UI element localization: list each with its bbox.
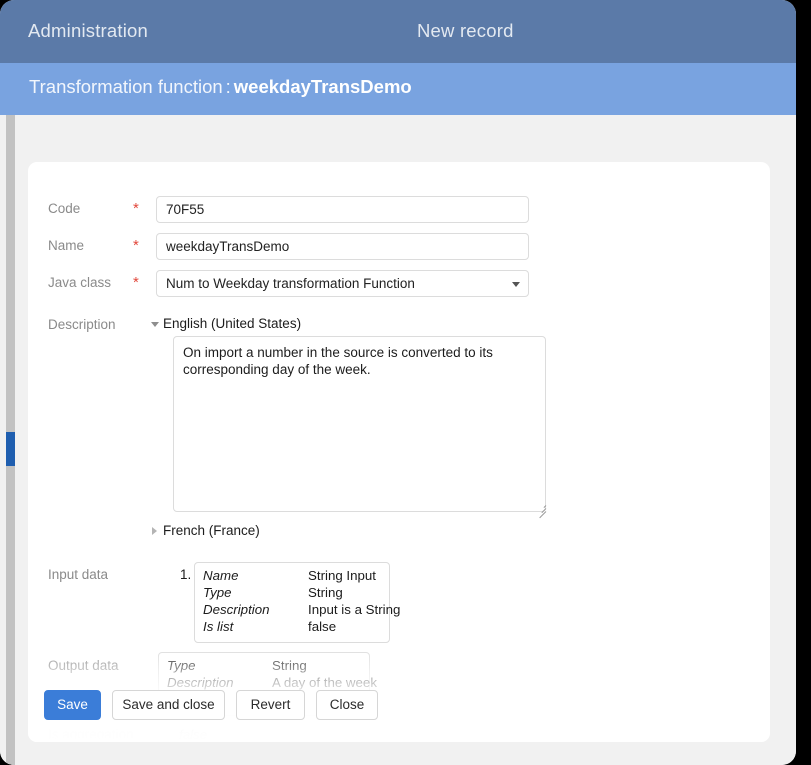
property-key: Type — [167, 658, 196, 673]
java-class-selected-value: Num to Weekday transformation Function — [166, 276, 415, 291]
property-value: String — [272, 658, 307, 673]
property-key: Name — [203, 568, 239, 583]
description-textarea[interactable] — [173, 336, 546, 512]
label-is-aggregation: Is aggregation — [48, 727, 134, 742]
java-class-select[interactable]: Num to Weekday transformation Function — [156, 270, 529, 297]
code-input[interactable] — [156, 196, 529, 223]
chevron-right-icon — [152, 527, 157, 535]
property-row: Type String — [167, 658, 361, 675]
property-value: String — [308, 585, 343, 600]
property-value: A day of the week — [272, 675, 377, 690]
save-and-close-button[interactable]: Save and close — [112, 690, 225, 720]
vertical-scrollbar-thumb[interactable] — [6, 432, 15, 466]
required-marker-name: * — [133, 237, 139, 254]
application-header: Administration New record — [0, 0, 796, 63]
property-value: String Input — [308, 568, 377, 583]
locale-toggle-french[interactable]: French (France) — [152, 523, 260, 538]
label-description: Description — [48, 317, 116, 332]
property-key: Type — [203, 585, 232, 600]
close-button[interactable]: Close — [316, 690, 378, 720]
property-row: Is list false — [203, 619, 381, 636]
locale-label-french: French (France) — [163, 523, 260, 538]
record-entity-label: Transformation function — [29, 76, 223, 97]
is-aggregation-value: false — [179, 727, 208, 742]
record-header: Transformation function: weekdayTransDemo — [0, 63, 796, 115]
label-input-data: Input data — [48, 567, 109, 582]
chevron-down-icon — [151, 322, 159, 327]
property-row: Type String — [203, 585, 381, 602]
label-output-data: Output data — [48, 658, 119, 673]
required-marker-java-class: * — [133, 274, 139, 291]
record-state-label: New record — [417, 20, 514, 41]
required-marker-code: * — [133, 200, 139, 217]
property-key: Is list — [203, 619, 234, 634]
input-data-property-box[interactable]: Name String Input Type String Descriptio… — [194, 562, 400, 643]
property-key: Description — [203, 602, 270, 617]
record-title: Transformation function: weekdayTransDemo — [29, 76, 412, 98]
breadcrumb-administration[interactable]: Administration — [28, 20, 148, 42]
record-name: weekdayTransDemo — [233, 76, 412, 97]
locale-label-english: English (United States) — [163, 316, 302, 331]
label-name: Name — [48, 238, 85, 253]
property-value: false — [308, 619, 337, 634]
input-data-item-index: 1. — [180, 567, 192, 582]
property-value: Input is a String — [308, 602, 401, 617]
record-title-separator: : — [225, 76, 231, 97]
property-row: Name String Input — [203, 568, 381, 585]
label-code: Code — [48, 201, 81, 216]
save-button[interactable]: Save — [44, 690, 101, 720]
locale-toggle-english[interactable]: English (United States) — [151, 316, 302, 331]
revert-button[interactable]: Revert — [236, 690, 305, 720]
property-key: Description — [167, 675, 234, 690]
name-input[interactable] — [156, 233, 529, 260]
label-java-class: Java class — [48, 275, 112, 290]
record-form-card: Code * Name * Java class * Num to Weekda… — [28, 162, 770, 742]
property-row: Description Input is a String — [203, 602, 400, 619]
application-window: Administration New record Transformation… — [0, 0, 796, 765]
chevron-down-icon — [512, 282, 520, 287]
